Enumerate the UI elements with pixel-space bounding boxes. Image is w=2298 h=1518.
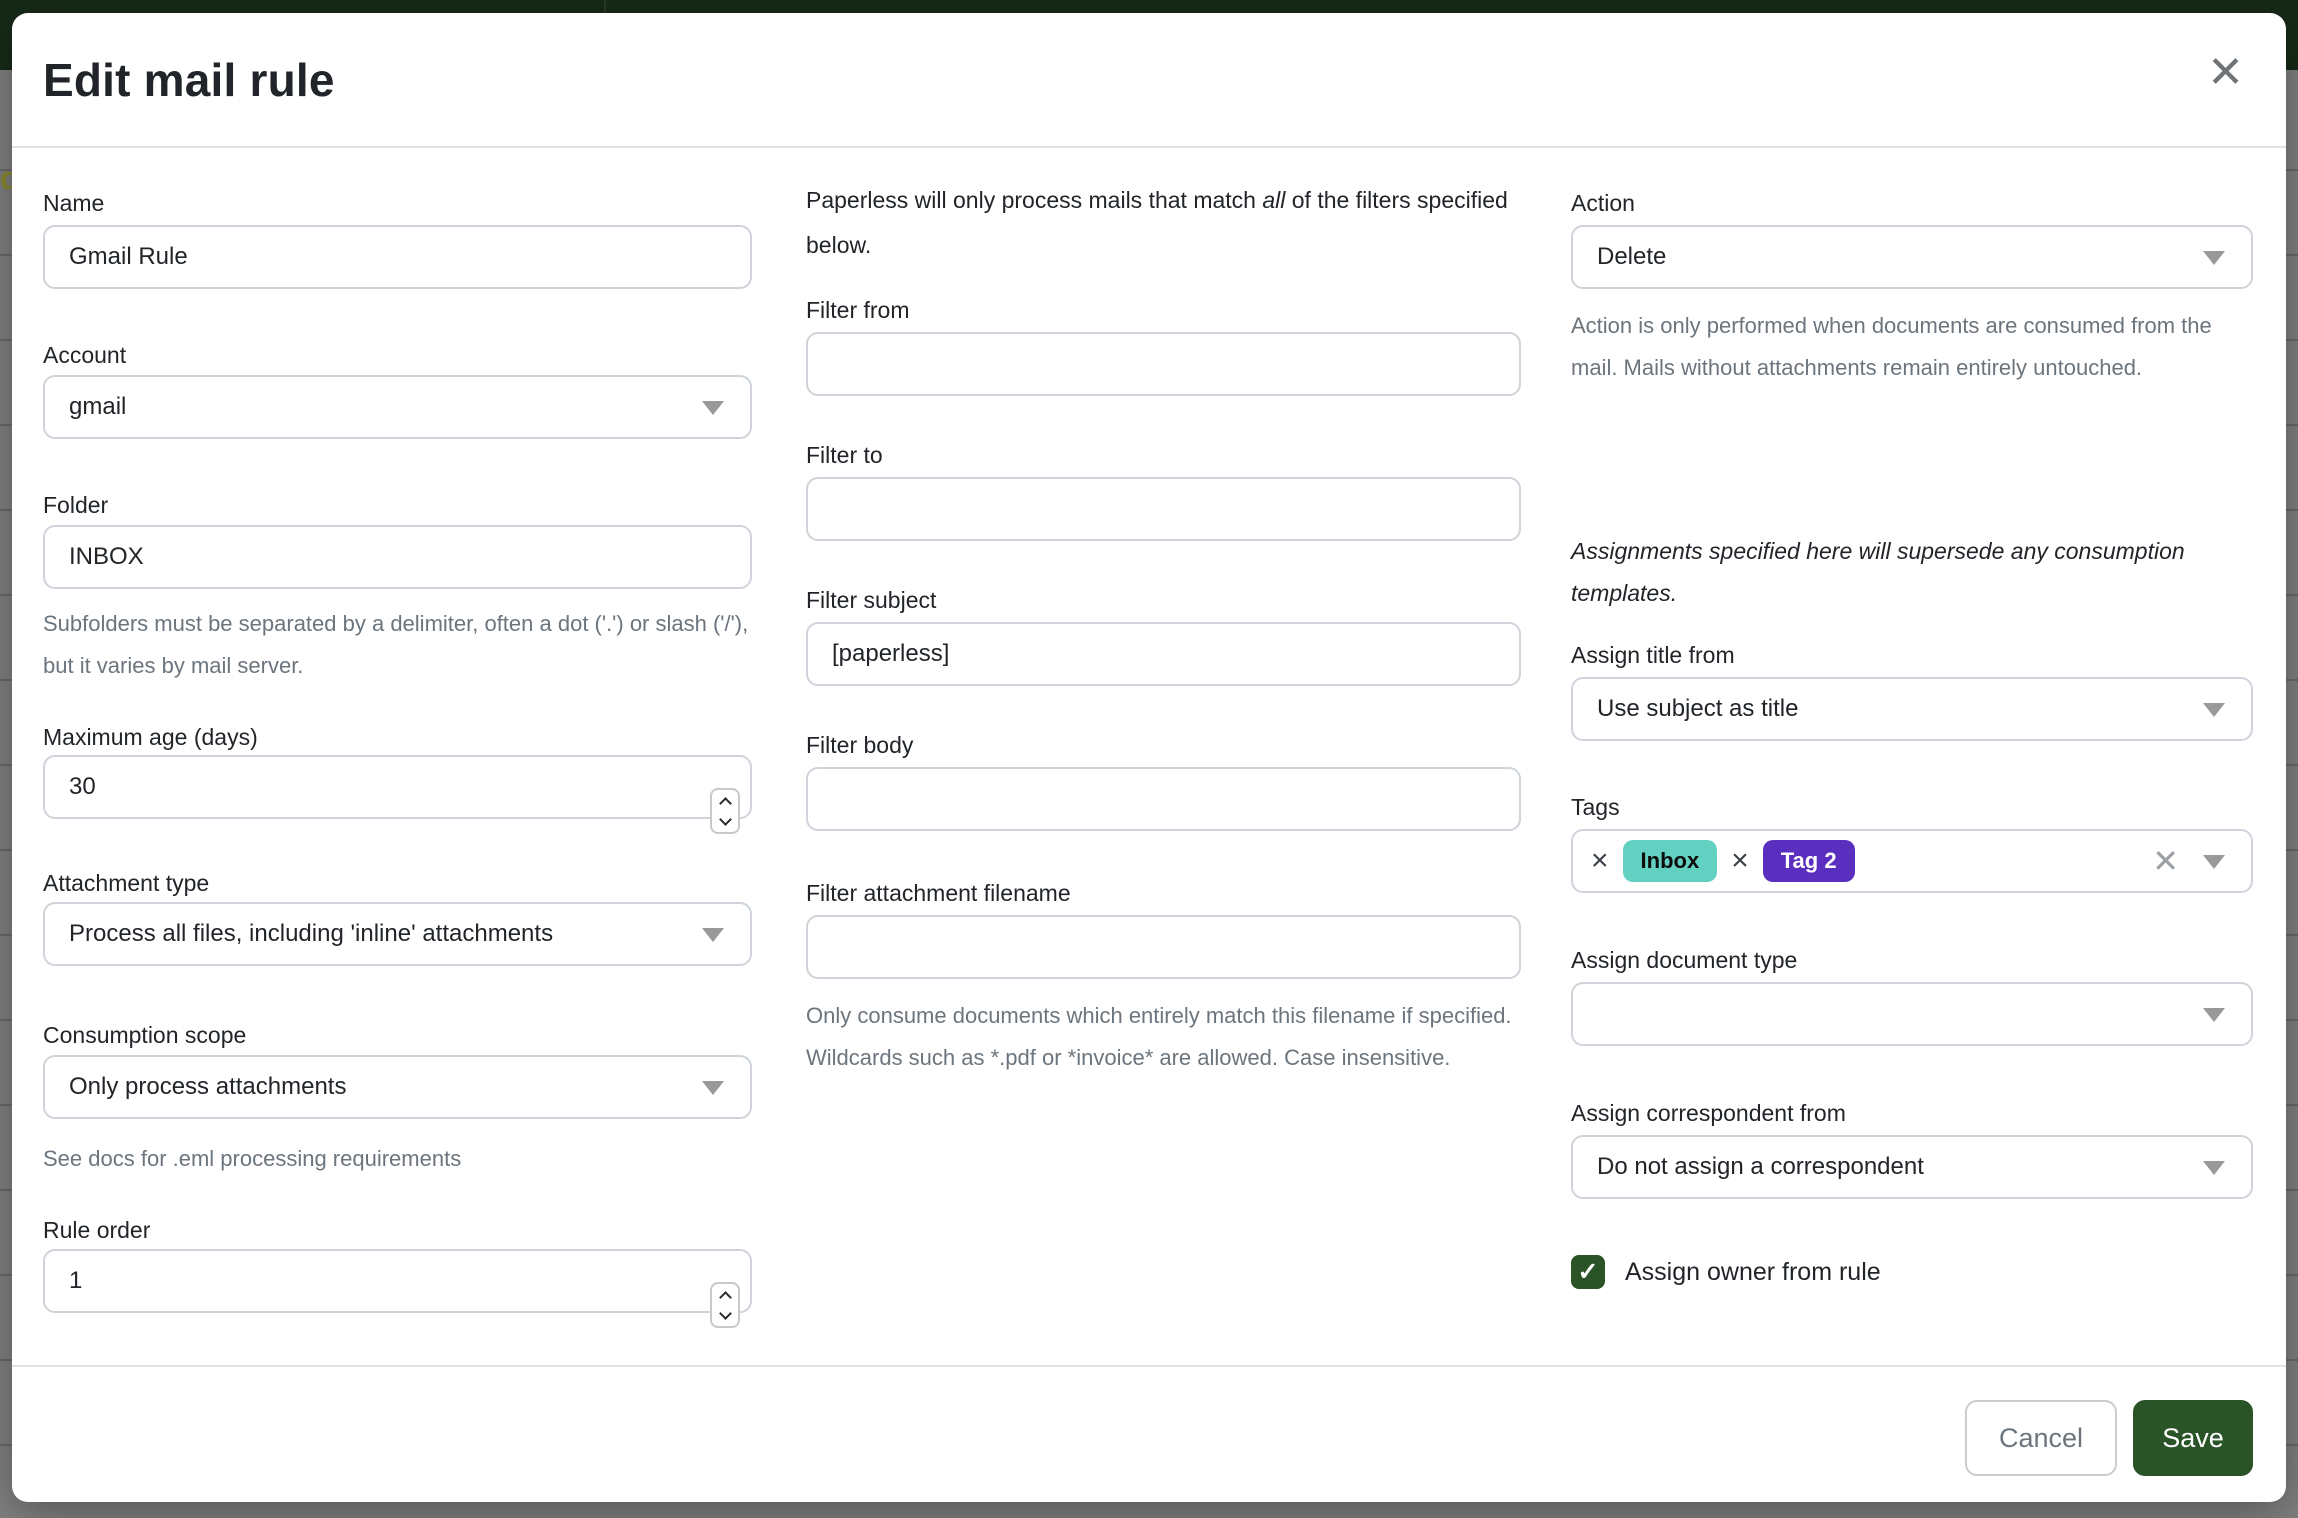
filters-intro: Paperless will only process mails that m… bbox=[806, 178, 1521, 268]
column-filters: Paperless will only process mails that m… bbox=[806, 13, 1521, 1365]
chevron-down-icon bbox=[2203, 703, 2225, 717]
save-button[interactable]: Save bbox=[2133, 1400, 2253, 1476]
filters-intro-text: Paperless will only process mails that m… bbox=[806, 187, 1262, 213]
assign-title-from-select-value: Use subject as title bbox=[1597, 695, 1798, 723]
account-label: Account bbox=[43, 340, 126, 370]
name-input[interactable] bbox=[43, 225, 752, 289]
stepper-down-icon[interactable] bbox=[719, 813, 732, 826]
assign-correspondent-from-label: Assign correspondent from bbox=[1571, 1098, 1846, 1128]
chevron-down-icon bbox=[2203, 1161, 2225, 1175]
attachment-type-select[interactable]: Process all files, including 'inline' at… bbox=[43, 902, 752, 966]
filter-body-label: Filter body bbox=[806, 730, 913, 760]
rule-order-label: Rule order bbox=[43, 1215, 150, 1245]
assign-document-type-label: Assign document type bbox=[1571, 945, 1797, 975]
folder-input[interactable] bbox=[43, 525, 752, 589]
max-age-label: Maximum age (days) bbox=[43, 722, 258, 752]
account-select[interactable]: gmail bbox=[43, 375, 752, 439]
filter-subject-input[interactable] bbox=[806, 622, 1521, 686]
max-age-stepper[interactable] bbox=[710, 788, 740, 834]
rule-order-input[interactable] bbox=[43, 1249, 752, 1313]
attachment-type-label: Attachment type bbox=[43, 868, 209, 898]
column-actions: Action Delete Action is only performed w… bbox=[1571, 13, 2253, 1365]
assign-owner-row: ✓ Assign owner from rule bbox=[1571, 1255, 1881, 1289]
action-label: Action bbox=[1571, 188, 1635, 218]
folder-hint: Subfolders must be separated by a delimi… bbox=[43, 603, 752, 687]
column-general: Name Account gmail Folder Subfolders mus… bbox=[43, 13, 752, 1365]
consumption-scope-label: Consumption scope bbox=[43, 1020, 246, 1050]
max-age-input[interactable] bbox=[43, 755, 752, 819]
action-hint: Action is only performed when documents … bbox=[1571, 305, 2253, 389]
consumption-scope-hint: See docs for .eml processing requirement… bbox=[43, 1138, 461, 1180]
folder-label: Folder bbox=[43, 490, 108, 520]
stepper-up-icon[interactable] bbox=[719, 797, 732, 810]
filter-from-input[interactable] bbox=[806, 332, 1521, 396]
filter-to-input[interactable] bbox=[806, 477, 1521, 541]
chevron-down-icon bbox=[702, 928, 724, 942]
edit-mail-rule-dialog: Edit mail rule ✕ Name Account gmail Fold… bbox=[12, 13, 2286, 1502]
filter-subject-label: Filter subject bbox=[806, 585, 936, 615]
backdrop-right-rows bbox=[2286, 86, 2298, 1502]
checkmark-icon: ✓ bbox=[1578, 1257, 1599, 1287]
name-label: Name bbox=[43, 188, 104, 218]
chevron-down-icon bbox=[702, 401, 724, 415]
filters-intro-emphasis: all bbox=[1262, 187, 1285, 213]
account-select-value: gmail bbox=[69, 393, 126, 421]
assign-owner-label: Assign owner from rule bbox=[1625, 1258, 1881, 1287]
chevron-down-icon bbox=[2203, 855, 2225, 869]
remove-tag-icon[interactable]: × bbox=[1591, 846, 1609, 876]
attachment-type-select-value: Process all files, including 'inline' at… bbox=[69, 920, 553, 948]
consumption-scope-select[interactable]: Only process attachments bbox=[43, 1055, 752, 1119]
action-select-value: Delete bbox=[1597, 243, 1666, 271]
chevron-down-icon bbox=[702, 1081, 724, 1095]
tags-label: Tags bbox=[1571, 792, 1620, 822]
filter-attachment-filename-input[interactable] bbox=[806, 915, 1521, 979]
filter-attachment-filename-label: Filter attachment filename bbox=[806, 878, 1071, 908]
assign-owner-checkbox[interactable]: ✓ bbox=[1571, 1255, 1605, 1289]
stepper-down-icon[interactable] bbox=[719, 1307, 732, 1320]
footer-divider bbox=[12, 1365, 2286, 1367]
tags-multiselect[interactable]: × Inbox × Tag 2 ✕ bbox=[1571, 829, 2253, 893]
assignments-note: Assignments specified here will supersed… bbox=[1571, 530, 2253, 614]
tag-chip: Inbox bbox=[1623, 840, 1718, 882]
stepper-up-icon[interactable] bbox=[719, 1291, 732, 1304]
filter-body-input[interactable] bbox=[806, 767, 1521, 831]
filter-attachment-filename-hint: Only consume documents which entirely ma… bbox=[806, 995, 1521, 1079]
filter-from-label: Filter from bbox=[806, 295, 910, 325]
consumption-scope-select-value: Only process attachments bbox=[69, 1073, 346, 1101]
tag-chip: Tag 2 bbox=[1763, 840, 1855, 882]
clear-tags-icon[interactable]: ✕ bbox=[2152, 845, 2179, 877]
backdrop-left-rows bbox=[0, 86, 12, 1502]
assign-correspondent-from-select[interactable]: Do not assign a correspondent bbox=[1571, 1135, 2253, 1199]
assign-title-from-label: Assign title from bbox=[1571, 640, 1735, 670]
assign-correspondent-from-select-value: Do not assign a correspondent bbox=[1597, 1153, 1924, 1181]
cancel-button[interactable]: Cancel bbox=[1965, 1400, 2117, 1476]
action-select[interactable]: Delete bbox=[1571, 225, 2253, 289]
chevron-down-icon bbox=[2203, 251, 2225, 265]
remove-tag-icon[interactable]: × bbox=[1731, 846, 1749, 876]
rule-order-stepper[interactable] bbox=[710, 1282, 740, 1328]
chevron-down-icon bbox=[2203, 1008, 2225, 1022]
assign-title-from-select[interactable]: Use subject as title bbox=[1571, 677, 2253, 741]
filter-to-label: Filter to bbox=[806, 440, 883, 470]
assign-document-type-select[interactable] bbox=[1571, 982, 2253, 1046]
